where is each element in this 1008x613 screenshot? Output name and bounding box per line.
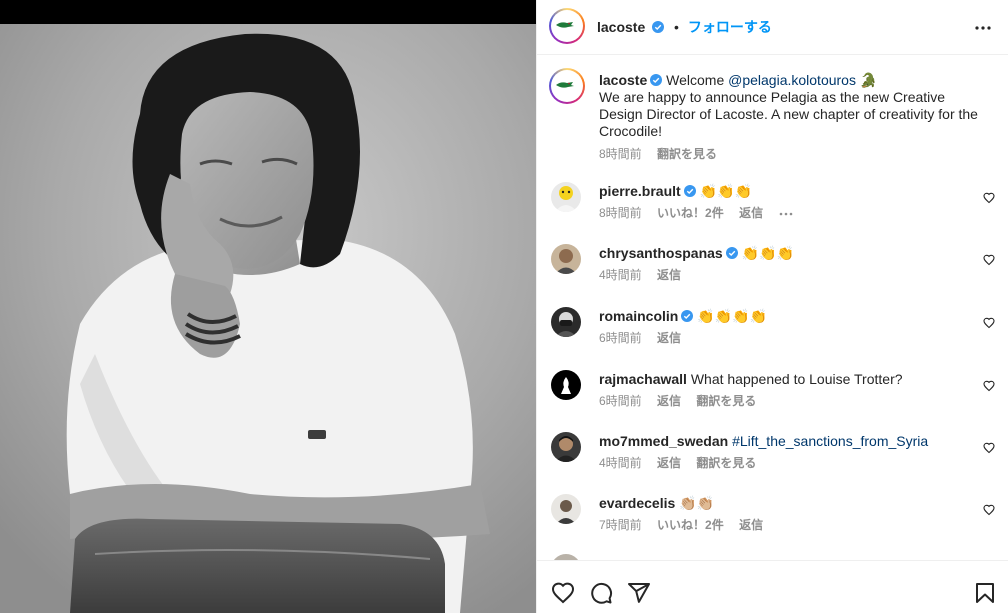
- comment-meta: 4時間前 返信: [599, 266, 959, 284]
- crocodile-logo-icon: [553, 12, 577, 36]
- verified-badge-icon: [725, 247, 738, 259]
- comment-body: chrysanthospanas 👏👏👏 4時間前 返信: [599, 244, 959, 284]
- comment-item: romaincolin 👏👏👏👏 6時間前 返信: [549, 307, 995, 363]
- heart-icon[interactable]: [983, 254, 995, 266]
- caption-mention-link[interactable]: @pelagia.kolotouros: [728, 72, 856, 88]
- reply-button[interactable]: 返信: [739, 206, 763, 220]
- see-translation-button[interactable]: 翻訳を見る: [696, 456, 756, 470]
- comment-username[interactable]: pierre.brault: [599, 183, 681, 199]
- comment-item: chrysanthospanas 👏👏👏 4時間前 返信: [549, 244, 995, 300]
- share-icon[interactable]: [627, 581, 651, 605]
- verified-badge-icon: [683, 185, 696, 197]
- bookmark-icon[interactable]: [973, 581, 997, 605]
- comment-time[interactable]: 4時間前: [599, 268, 642, 282]
- heart-icon[interactable]: [551, 581, 575, 605]
- comment-body: romaincolin 👏👏👏👏 6時間前 返信: [599, 307, 959, 347]
- comment-item: evardecelis 👏🏼👏🏼 7時間前 いいね！2件 返信: [549, 494, 995, 550]
- header-user: lacoste • フォローする: [597, 17, 772, 37]
- heart-icon[interactable]: [983, 317, 995, 329]
- reply-button[interactable]: 返信: [739, 518, 763, 532]
- comment-likes[interactable]: いいね！2件: [657, 206, 724, 220]
- reply-button[interactable]: 返信: [657, 394, 681, 408]
- post-action-bar: [537, 560, 1008, 613]
- comment-more-icon[interactable]: [778, 211, 794, 217]
- comment-time[interactable]: 6時間前: [599, 331, 642, 345]
- commenter-avatar[interactable]: [551, 307, 581, 337]
- comment-text: 👏👏👏: [741, 245, 794, 261]
- follow-button[interactable]: フォローする: [688, 19, 772, 35]
- comment-body: mo7mmed_swedan #Lift_the_sanctions_from_…: [599, 432, 959, 472]
- comment-meta: 6時間前 返信 翻訳を見る: [599, 392, 959, 410]
- header-separator: •: [674, 19, 679, 35]
- comment-hashtag-link[interactable]: #Lift_the_sanctions_from_Syria: [732, 433, 928, 449]
- instagram-post-view: lacoste • フォローする lacoste Welcome @pelagi…: [0, 0, 1008, 613]
- comment-meta: 6時間前 返信: [599, 329, 959, 347]
- comments-section[interactable]: lacoste Welcome @pelagia.kolotouros 🐊 We…: [537, 56, 1008, 560]
- comment-username[interactable]: evardecelis: [599, 495, 675, 511]
- caption-meta: 8時間前 翻訳を見る: [599, 146, 989, 163]
- comment-username[interactable]: mo7mmed_swedan: [599, 433, 728, 449]
- comment-username[interactable]: chrysanthospanas: [599, 245, 723, 261]
- caption-welcome: Welcome: [666, 72, 729, 88]
- verified-badge-icon: [652, 21, 665, 33]
- caption-username[interactable]: lacoste: [599, 72, 647, 88]
- caption-see-translation[interactable]: 翻訳を見る: [657, 147, 717, 161]
- lacoste-avatar[interactable]: [549, 8, 585, 44]
- photo-top-bar: [0, 0, 536, 24]
- comment-body: evardecelis 👏🏼👏🏼 7時間前 いいね！2件 返信: [599, 494, 959, 534]
- comment-meta: 4時間前 返信 翻訳を見る: [599, 454, 959, 472]
- caption-time[interactable]: 8時間前: [599, 147, 642, 161]
- caption-emoji: 🐊: [859, 72, 878, 88]
- comment-item: rajmachawall What happened to Louise Tro…: [549, 370, 995, 426]
- verified-badge-icon: [650, 74, 663, 86]
- heart-icon[interactable]: [983, 380, 995, 392]
- comment-body: pierre.brault 👏👏👏 8時間前 いいね！2件 返信: [599, 182, 959, 222]
- comment-likes[interactable]: いいね！2件: [657, 518, 724, 532]
- comment-item: pierre.brault 👏👏👏 8時間前 いいね！2件 返信: [549, 182, 995, 238]
- post-side-panel: lacoste • フォローする lacoste Welcome @pelagi…: [536, 0, 1008, 613]
- caption-body: lacoste Welcome @pelagia.kolotouros 🐊 We…: [599, 72, 989, 163]
- verified-badge-icon: [681, 310, 694, 322]
- comment-username[interactable]: rajmachawall: [599, 371, 687, 387]
- header-username[interactable]: lacoste: [597, 19, 645, 35]
- reply-button[interactable]: 返信: [657, 268, 681, 282]
- commenter-avatar[interactable]: [551, 244, 581, 274]
- reply-button[interactable]: 返信: [657, 456, 681, 470]
- photo-pane: [0, 0, 536, 613]
- comment-icon[interactable]: [589, 581, 613, 605]
- comment-text: 👏🏼👏🏼: [679, 495, 715, 511]
- more-icon[interactable]: [973, 18, 993, 38]
- comment-item: mo7mmed_swedan #Lift_the_sanctions_from_…: [549, 432, 995, 488]
- comment-time[interactable]: 8時間前: [599, 206, 642, 220]
- heart-icon[interactable]: [983, 442, 995, 454]
- comment-body: rajmachawall What happened to Louise Tro…: [599, 370, 959, 410]
- comment-text: What happened to Louise Trotter?: [690, 371, 903, 387]
- comment-username[interactable]: romaincolin: [599, 308, 678, 324]
- heart-icon[interactable]: [983, 504, 995, 516]
- reply-button[interactable]: 返信: [657, 331, 681, 345]
- caption-text: We are happy to announce Pelagia as the …: [599, 89, 978, 139]
- comment-text: 👏👏👏: [699, 183, 752, 199]
- post-photo[interactable]: [0, 24, 536, 613]
- crocodile-logo-icon: [553, 72, 577, 96]
- post-header: lacoste • フォローする: [537, 0, 1008, 55]
- commenter-avatar[interactable]: [551, 494, 581, 524]
- commenter-avatar[interactable]: [551, 370, 581, 400]
- comment-meta: 7時間前 いいね！2件 返信: [599, 516, 959, 534]
- comment-meta: 8時間前 いいね！2件 返信: [599, 204, 959, 222]
- see-translation-button[interactable]: 翻訳を見る: [696, 394, 756, 408]
- comment-time[interactable]: 4時間前: [599, 456, 642, 470]
- comment-text: 👏👏👏👏: [697, 308, 767, 324]
- commenter-avatar[interactable]: [551, 182, 581, 212]
- comment-time[interactable]: 7時間前: [599, 518, 642, 532]
- comment-time[interactable]: 6時間前: [599, 394, 642, 408]
- heart-icon[interactable]: [983, 192, 995, 204]
- caption-avatar[interactable]: [549, 68, 585, 104]
- commenter-avatar[interactable]: [551, 432, 581, 462]
